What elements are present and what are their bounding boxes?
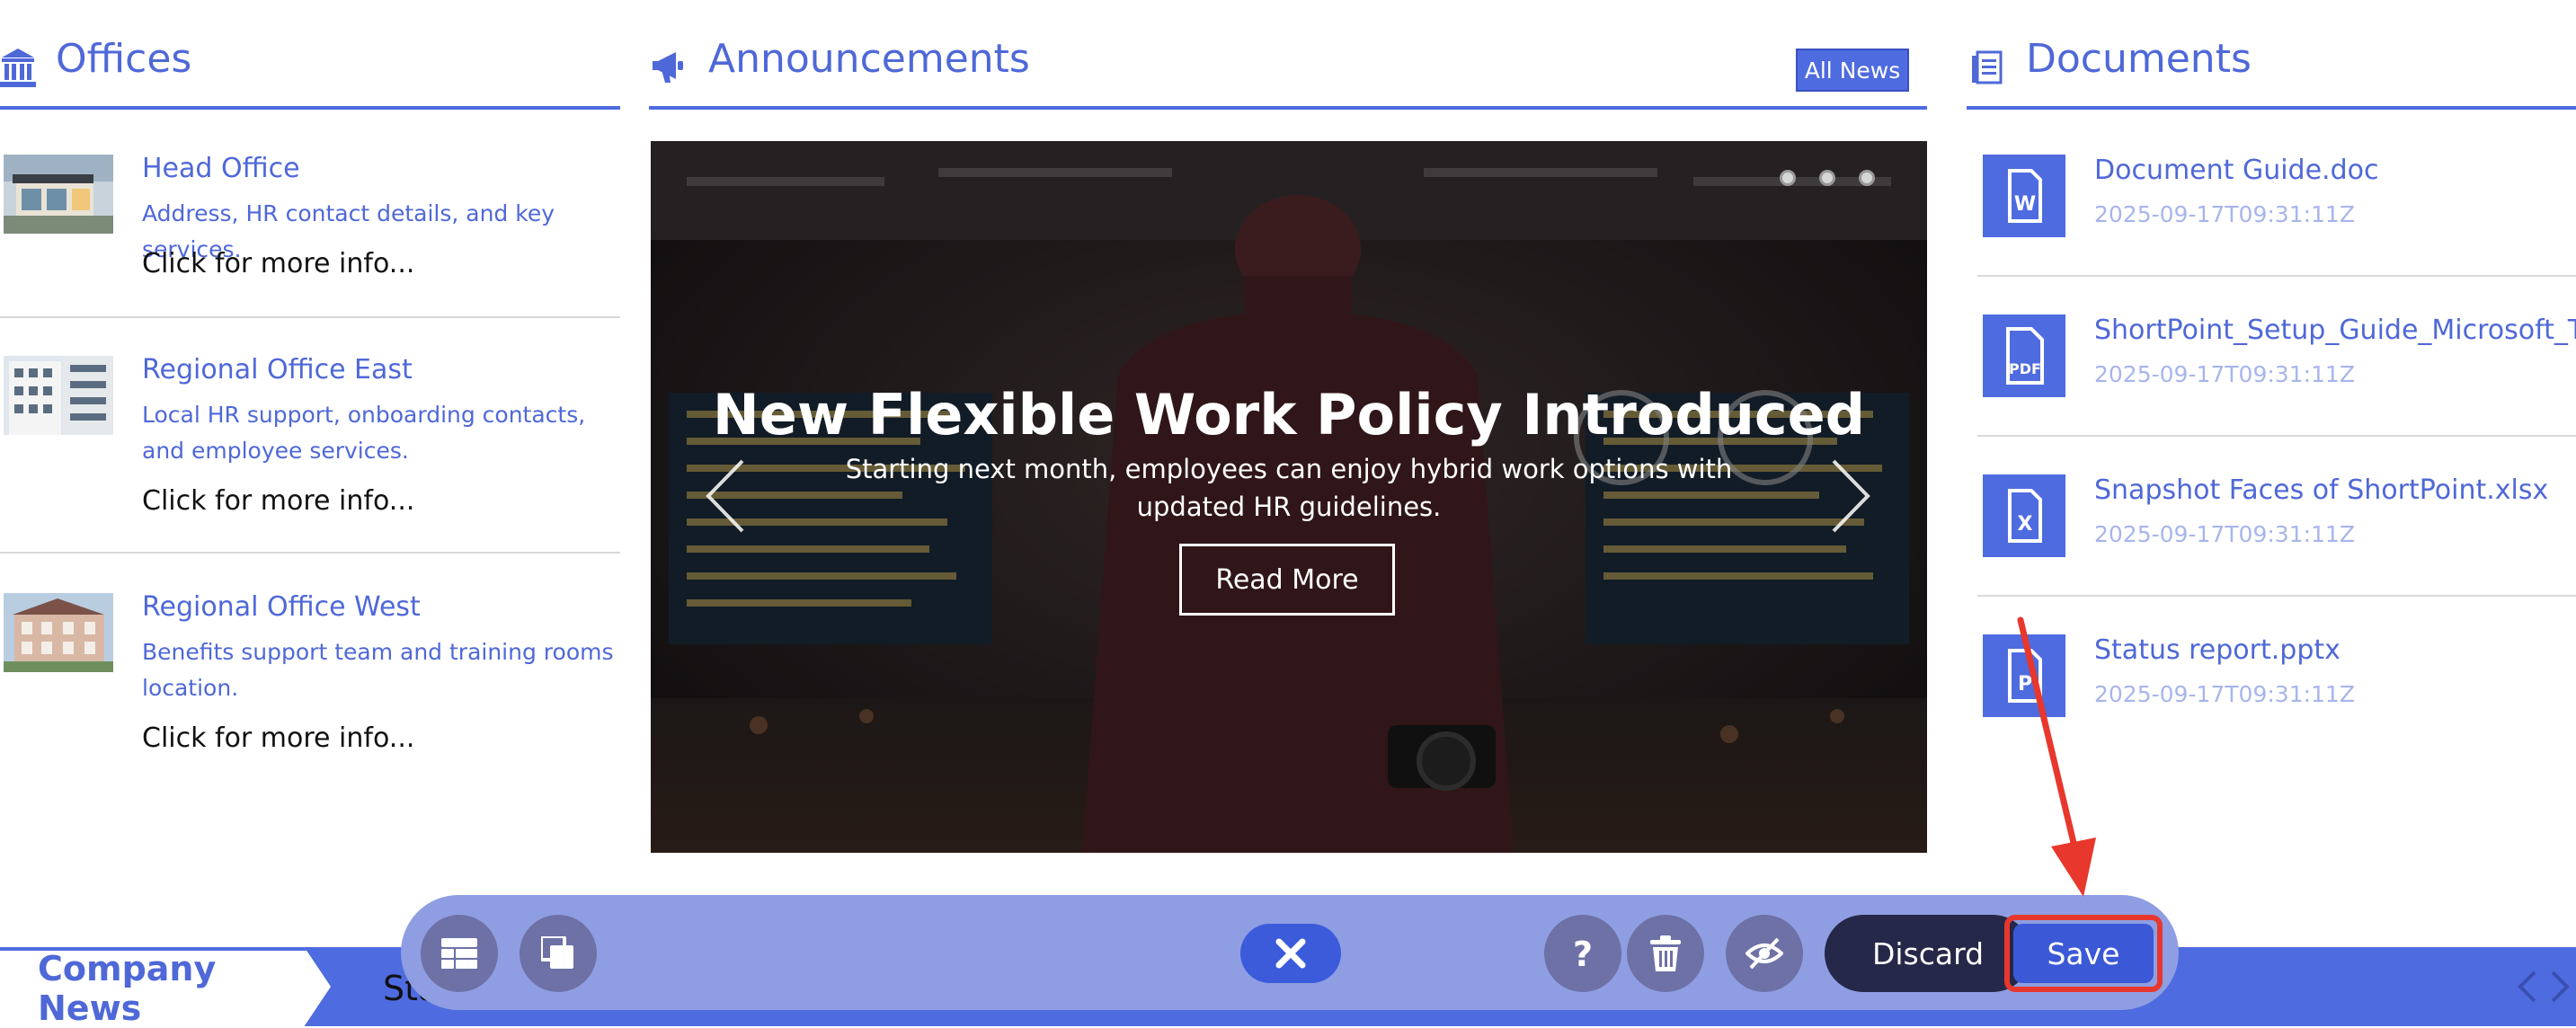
read-more-button[interactable]: Read More [1179, 544, 1395, 616]
svg-text:?: ? [1573, 935, 1593, 971]
document-list-icon [1972, 50, 2003, 84]
trash-icon [1650, 935, 1681, 971]
office-more-link[interactable]: Click for more info... [142, 722, 414, 754]
divider [1977, 595, 2576, 597]
document-date: 2025-09-17T09:31:11Z [2094, 521, 2355, 547]
offices-title: Offices [56, 36, 192, 82]
read-more-label: Read More [1215, 563, 1359, 596]
chevron-right-icon[interactable] [1830, 457, 1871, 535]
carousel-dot[interactable] [1859, 170, 1875, 186]
close-icon [1275, 938, 1306, 969]
slide-title: New Flexible Work Policy Introduced [712, 382, 1866, 448]
question-mark-icon: ? [1573, 935, 1593, 971]
divider [1977, 435, 2576, 437]
announcements-header: Announcements All News [649, 0, 1927, 110]
excel-icon: X [1983, 474, 2065, 557]
slide-subtitle: Starting next month, employees can enjoy… [845, 454, 1733, 522]
document-name[interactable]: Status report.pptx [2094, 634, 2341, 666]
chevron-right-icon[interactable] [2549, 970, 2571, 1003]
svg-text:X: X [2018, 513, 2033, 536]
document-name[interactable]: ShortPoint_Setup_Guide_Microsoft_Tear [2094, 315, 2576, 346]
edit-toolbar: ? Discard Save [401, 895, 2179, 1010]
chevron-left-icon[interactable] [2517, 970, 2538, 1003]
copy-icon [541, 936, 573, 969]
duplicate-button[interactable] [520, 915, 597, 992]
layout-button[interactable] [421, 915, 498, 992]
svg-text:PDF: PDF [2009, 360, 2041, 377]
divider [0, 316, 620, 318]
office-item[interactable]: Head Office Address, HR contact details,… [0, 144, 620, 315]
carousel-dot[interactable] [1780, 170, 1796, 186]
office-name[interactable]: Head Office [142, 153, 300, 184]
save-button[interactable]: Save [2013, 924, 2154, 983]
megaphone-icon [653, 52, 683, 83]
office-name[interactable]: Regional Office West [142, 591, 421, 623]
office-thumbnail [4, 593, 113, 672]
office-more-link[interactable]: Click for more info... [142, 248, 414, 279]
office-item[interactable]: Regional Office East Local HR support, o… [0, 345, 620, 552]
pdf-icon: PDF [1983, 315, 2065, 397]
office-thumbnail [4, 356, 113, 435]
office-description: Local HR support, onboarding contacts, a… [142, 402, 586, 464]
carousel-dot[interactable] [1819, 170, 1835, 186]
all-news-label: All News [1804, 57, 1901, 84]
annotation-arrow [2017, 616, 2096, 897]
save-label: Save [2047, 935, 2120, 971]
svg-text:W: W [2014, 193, 2036, 216]
office-description: Benefits support team and training rooms… [142, 639, 614, 701]
table-layout-icon [441, 938, 477, 969]
document-name[interactable]: Document Guide.doc [2094, 155, 2378, 186]
word-doc-icon: W [1983, 155, 2065, 237]
document-date: 2025-09-17T09:31:11Z [2094, 201, 2355, 227]
ticker-label: Company News [0, 947, 331, 1026]
announcement-carousel[interactable]: New Flexible Work Policy Introduced Star… [651, 141, 1927, 853]
chevron-left-icon[interactable] [705, 457, 746, 535]
office-more-link[interactable]: Click for more info... [142, 485, 414, 517]
announcements-title: Announcements [708, 36, 1030, 82]
divider [0, 552, 620, 554]
documents-header: Documents [1967, 0, 2576, 110]
document-name[interactable]: Snapshot Faces of ShortPoint.xlsx [2094, 474, 2548, 506]
documents-title: Documents [2026, 36, 2252, 82]
close-button[interactable] [1240, 924, 1341, 983]
hide-button[interactable] [1726, 915, 1803, 992]
divider [1977, 275, 2576, 277]
bank-icon [0, 49, 36, 87]
document-item[interactable]: X Snapshot Faces of ShortPoint.xlsx 2025… [1968, 474, 2576, 591]
document-item[interactable]: W Document Guide.doc 2025-09-17T09:31:11… [1968, 155, 2576, 271]
discard-button[interactable]: Discard [1825, 915, 2031, 992]
office-thumbnail [4, 155, 113, 234]
eye-slash-icon [1745, 937, 1783, 970]
discard-label: Discard [1871, 935, 1985, 971]
all-news-button[interactable]: All News [1796, 49, 1909, 92]
document-item[interactable]: PDF ShortPoint_Setup_Guide_Microsoft_Tea… [1968, 315, 2576, 431]
office-item[interactable]: Regional Office West Benefits support te… [0, 582, 620, 789]
help-button[interactable]: ? [1544, 915, 1621, 992]
document-date: 2025-09-17T09:31:11Z [2094, 681, 2355, 707]
document-date: 2025-09-17T09:31:11Z [2094, 361, 2355, 387]
offices-header: Offices [0, 0, 620, 110]
delete-button[interactable] [1627, 915, 1704, 992]
office-name[interactable]: Regional Office East [142, 354, 413, 386]
